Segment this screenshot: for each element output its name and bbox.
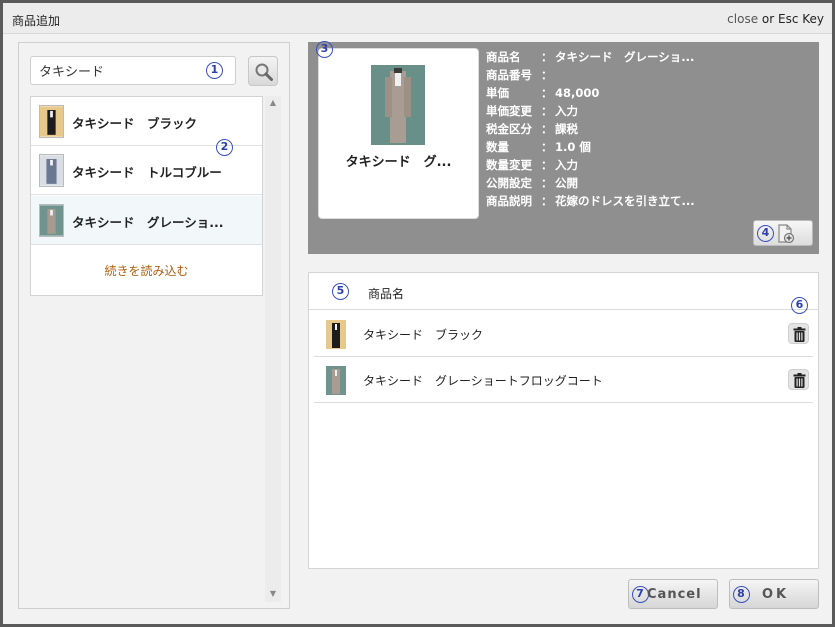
grey-tuxedo-image [371,65,425,145]
detail-value: 花嫁のドレスを引き立て... [555,194,695,208]
detail-key: 商品番号 [486,68,532,82]
detail-sep: ： [541,122,553,136]
detail-key: 商品名 [486,50,521,64]
detail-row: 単価変更 ：入力 [486,103,695,121]
list-scrollbar[interactable]: ▲ ▼ [265,96,281,602]
detail-row: 税金区分 ：課税 [486,121,695,139]
detail-value: 入力 [555,158,578,172]
detail-value: 入力 [555,104,578,118]
table-row: タキシード グレーショートフロッグコート [314,357,813,403]
list-item-label: タキシード グレーショ... [72,215,224,230]
detail-value: 48,000 [555,86,600,100]
table-row: タキシード ブラック [314,311,813,357]
detail-key: 公開設定 [486,176,532,190]
close-hint: close or Esc Key [727,12,824,26]
close-link[interactable]: close [727,12,758,26]
delete-row-button[interactable] [788,323,809,344]
grey-tuxedo-image [326,366,346,395]
product-details: 商品名：タキシード グレーショ... 商品番号： 単価： 48,000 単価変更：… [486,49,695,211]
delete-row-button[interactable] [788,369,809,390]
row-product-name: タキシード グレーショートフロッグコート [363,374,603,388]
detail-row: 公開設定 ：公開 [486,175,695,193]
detail-sep: ： [541,68,553,82]
marker-3: 3 [316,41,333,58]
trash-icon [793,327,806,342]
table-header: 5 商品名 6 [309,273,818,314]
blue-tuxedo-image [39,154,64,187]
detail-row: 商品説明 ：花嫁のドレスを引き立て... [486,193,695,211]
detail-sep: ： [541,158,553,172]
product-search-panel: 1 タキシード ブラック [18,42,290,609]
cancel-button-label: Cancel [647,587,702,602]
dialog-title: 商品追加 [12,14,61,28]
detail-row: 商品番号 ： [486,67,695,85]
close-hint-suffix: or Esc Key [758,12,824,26]
detail-key: 数量 [486,140,509,154]
ok-button[interactable]: 8 OK [729,579,819,609]
black-tuxedo-image [39,105,64,138]
detail-key: 税金区分 [486,122,532,136]
marker-4: 4 [757,225,774,242]
dialog-titlebar: 商品追加 close or Esc Key [3,3,832,34]
search-button[interactable] [248,56,278,86]
detail-value: 公開 [555,176,578,190]
preview-card: タキシード グ... [318,48,479,219]
detail-key: 商品説明 [486,194,532,208]
cancel-button[interactable]: 7 Cancel [628,579,718,609]
detail-sep: ： [541,140,553,154]
list-item-label: タキシード ブラック [72,116,198,131]
add-document-icon [778,224,795,244]
marker-1: 1 [206,62,223,79]
grey-tuxedo-image [39,204,64,237]
detail-sep: ： [541,194,553,208]
detail-key: 数量変更 [486,158,532,172]
detail-sep: ： [541,104,553,118]
detail-sep: ： [541,86,553,100]
detail-row: 数量 ： 1.0 個 [486,139,695,157]
detail-key: 単価変更 [486,104,532,118]
detail-row: 商品名 ：タキシード グレーショ... [486,49,695,67]
detail-sep: ： [541,176,553,190]
black-tuxedo-image [326,320,346,349]
column-header-product-name: 商品名 [368,287,405,301]
load-more-link[interactable]: 続きを読み込む [31,247,262,295]
detail-key: 単価 [486,86,509,100]
detail-sep: ： [541,50,553,64]
scroll-up-arrow-icon[interactable]: ▲ [268,99,278,107]
marker-8: 8 [733,586,750,603]
scroll-down-arrow-icon[interactable]: ▼ [268,590,278,598]
add-product-dialog: 商品追加 close or Esc Key 1 タキシード ブラック [0,0,835,627]
magnifier-icon [255,63,273,81]
detail-value: 1.0 個 [555,140,591,154]
product-list: タキシード ブラック タキシード トルコブルー タキシード グレーショ... 続… [30,96,263,296]
marker-5: 5 [332,283,349,300]
add-product-button[interactable]: 4 [753,220,813,246]
list-item-selected[interactable]: タキシード グレーショ... [31,196,262,245]
detail-value: タキシード グレーショ... [555,50,695,64]
list-item-label: タキシード トルコブルー [72,165,222,180]
selected-products-panel: 5 商品名 6 タキシード ブラック タキシード グレーショートフロッグコート [308,272,819,569]
product-preview-panel: タキシード グ... 3 商品名：タキシード グレーショ... 商品番号： 単価… [308,41,819,254]
detail-row: 数量変更 ：入力 [486,157,695,175]
detail-row: 単価 ： 48,000 [486,85,695,103]
detail-value: 課税 [555,122,578,136]
row-product-name: タキシード ブラック [363,328,484,342]
preview-card-label: タキシード グ... [345,155,452,170]
trash-icon [793,373,806,388]
marker-2: 2 [216,139,233,156]
ok-button-label: OK [762,587,790,602]
